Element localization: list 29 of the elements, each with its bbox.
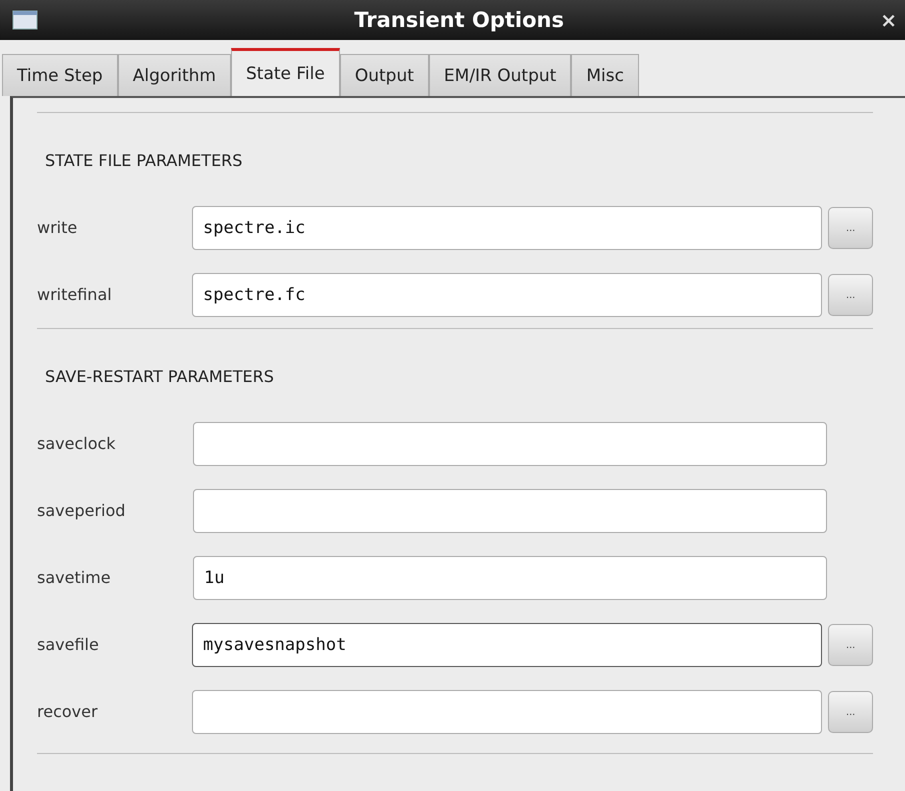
tab[interactable]: EM/IR Output [428,54,572,96]
browse-button[interactable]: ... [828,274,873,316]
input-field[interactable]: spectre.ic [192,206,822,250]
field-label: writefinal [37,285,113,304]
tab[interactable]: State File [230,48,340,96]
section-heading: STATE FILE PARAMETERS [44,150,244,172]
tab[interactable]: Misc [571,54,639,96]
browse-button[interactable]: ... [828,624,873,666]
input-field[interactable] [193,422,827,466]
section-heading: SAVE-RESTART PARAMETERS [44,366,275,388]
input-field[interactable]: 1u [193,556,827,600]
window-icon [12,10,38,30]
window-title: Transient Options [353,8,565,32]
tab[interactable]: Output [340,54,429,96]
input-field[interactable] [192,690,822,734]
tab[interactable]: Algorithm [118,54,231,96]
browse-button[interactable]: ... [828,690,873,732]
browse-button[interactable]: ... [828,206,873,248]
field-label: savefile [37,635,100,654]
field-label: savetime [37,568,112,587]
close-button[interactable]: × [880,8,897,32]
field-label: recover [37,702,99,721]
input-field[interactable]: mysavesnapshot [192,622,822,666]
field-label: saveperiod [37,501,126,520]
input-field[interactable] [193,488,827,532]
field-label: write [37,218,78,237]
field-label: saveclock [37,434,117,453]
tab[interactable]: Time Step [2,54,118,96]
input-field[interactable]: spectre.fc [192,272,822,316]
